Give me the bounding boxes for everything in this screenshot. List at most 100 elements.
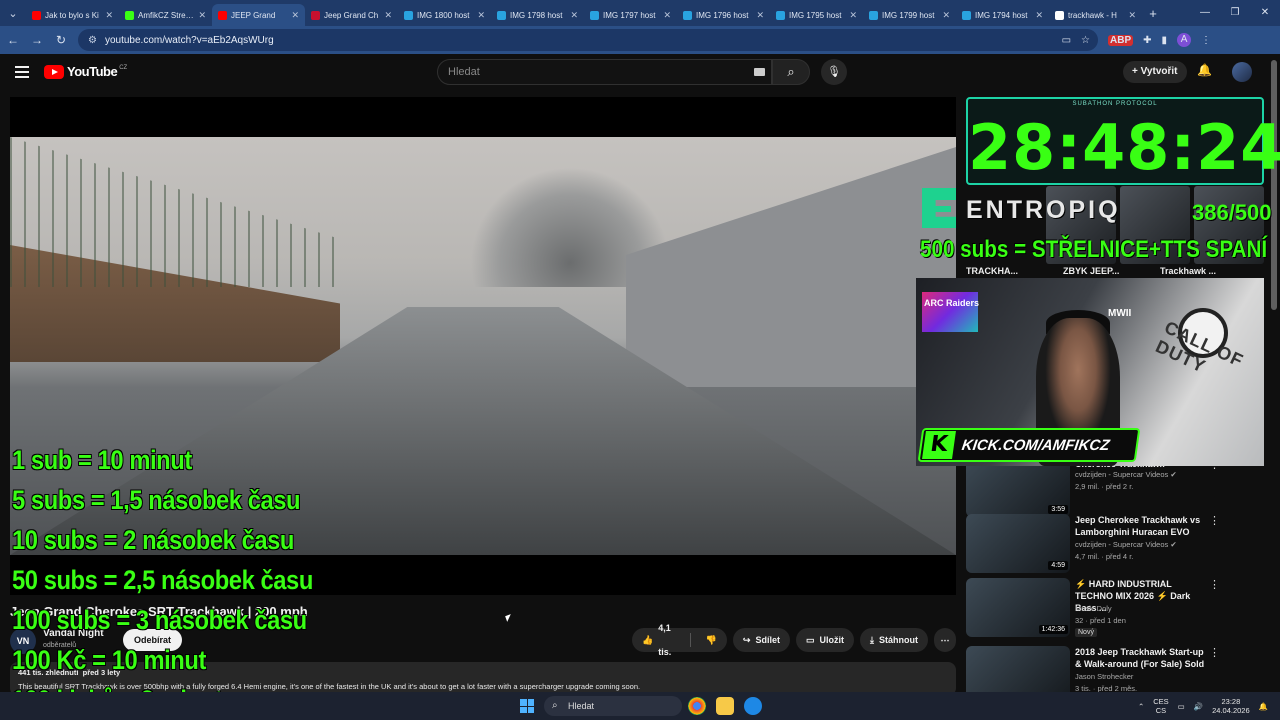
new-tab-button[interactable]: +: [1142, 6, 1164, 21]
video-thumbnail[interactable]: 1:42:36: [966, 578, 1070, 637]
browser-tab[interactable]: trackhawk - H ✕: [1049, 4, 1142, 26]
youtube-play-icon: [44, 64, 64, 79]
recommended-video[interactable]: 1:42:36 ⚡ HARD INDUSTRIAL TECHNO MIX 2026…: [966, 578, 1220, 638]
browser-tab[interactable]: IMG 1795 host ✕: [770, 4, 863, 26]
keyboard-icon[interactable]: [754, 68, 765, 76]
tab-close-icon[interactable]: ✕: [1128, 10, 1136, 21]
menu-hamburger-icon[interactable]: [15, 66, 29, 78]
page-scrollbar[interactable]: [1271, 60, 1277, 310]
kick-url: KICK.COM/AMFIKCZ: [960, 436, 1111, 454]
file-explorer-icon[interactable]: [716, 697, 734, 715]
tab-search-icon[interactable]: ⌄: [0, 0, 26, 26]
new-badge: Nový: [1075, 628, 1097, 637]
voice-search-button[interactable]: 🎙: [821, 59, 847, 85]
tab-close-icon[interactable]: ✕: [105, 10, 113, 21]
more-options-icon[interactable]: ⋮: [1209, 646, 1220, 659]
browser-tab[interactable]: JEEP Grand ✕: [212, 4, 305, 26]
subathon-rule: 5 subs = 1,5 násobek času: [12, 485, 301, 515]
search-input[interactable]: Hledat: [437, 59, 772, 85]
tab-title: IMG 1800 host: [417, 10, 470, 20]
app-icon[interactable]: [744, 697, 762, 715]
kick-banner: K KICK.COM/AMFIKCZ: [917, 428, 1141, 462]
tray-chevron-icon[interactable]: ⌃: [1138, 702, 1144, 711]
search-button[interactable]: ⌕: [772, 59, 810, 85]
tab-close-icon[interactable]: ✕: [570, 10, 578, 21]
cast-icon[interactable]: ▭: [1062, 35, 1071, 46]
thumbs-up-icon: 👍: [642, 635, 654, 645]
network-icon[interactable]: ▭: [1178, 702, 1185, 711]
browser-tab[interactable]: AmfikCZ Stream ✕: [119, 4, 212, 26]
reload-icon[interactable]: ↻: [50, 33, 72, 47]
chrome-icon[interactable]: [688, 697, 706, 715]
subathon-rule: 100 subs = 3 násobek času: [12, 605, 307, 635]
tab-close-icon[interactable]: ✕: [1035, 10, 1043, 21]
browser-tab[interactable]: IMG 1798 host ✕: [491, 4, 584, 26]
recommended-video[interactable]: 3:59Cherokee Trackhawkcvdzijden - Superc…: [966, 458, 1220, 518]
tab-close-icon[interactable]: ✕: [756, 10, 764, 21]
browser-tab[interactable]: Jak to bylo s Ki ✕: [26, 4, 119, 26]
sidebar-icon[interactable]: ▮: [1162, 35, 1168, 46]
notifications-bell-icon[interactable]: 🔔: [1197, 63, 1212, 77]
save-button[interactable]: ▭ Uložit: [795, 628, 854, 652]
forward-icon[interactable]: →: [26, 33, 48, 47]
share-button[interactable]: ↪ Sdílet: [732, 628, 790, 652]
tab-favicon-icon: [125, 10, 134, 20]
site-info-icon[interactable]: ⚙: [88, 35, 97, 46]
search-icon: ⌕: [552, 700, 558, 711]
tab-close-icon[interactable]: ✕: [291, 10, 299, 21]
browser-menu-icon[interactable]: ⋮: [1201, 35, 1211, 46]
recommended-title[interactable]: Jeep Cherokee Trackhawk vs Lamborghini H…: [1075, 514, 1205, 538]
tab-close-icon[interactable]: ✕: [663, 10, 671, 21]
recommended-channel[interactable]: cvdzijden - Supercar Videos ✔: [1075, 540, 1177, 549]
recommended-channel[interactable]: Music Doly: [1075, 604, 1112, 613]
tab-close-icon[interactable]: ✕: [942, 10, 950, 21]
tab-close-icon[interactable]: ✕: [198, 10, 206, 21]
windows-start-icon[interactable]: [520, 699, 534, 713]
video-actions: 👍 4,1 tis. 👎 ↪ Sdílet ▭ Uložit ⤓ Stáhnout ⋯: [632, 623, 956, 657]
recommended-video[interactable]: 4:59 Jeep Cherokee Trackhawk vs Lamborghi…: [966, 514, 1220, 574]
browser-tab[interactable]: IMG 1797 host ✕: [584, 4, 677, 26]
more-actions-button[interactable]: ⋯: [933, 628, 956, 652]
like-separator: [689, 633, 691, 647]
like-button[interactable]: 👍 4,1 tis. 👎: [632, 623, 727, 657]
video-thumbnail[interactable]: 3:59: [966, 458, 1070, 517]
back-icon[interactable]: ←: [2, 33, 24, 47]
timer-protocol-label: SUBATHON PROTOCOL: [1072, 101, 1158, 107]
recommended-channel[interactable]: Jason Strohecker: [1075, 672, 1133, 681]
download-button[interactable]: ⤓ Stáhnout: [859, 628, 928, 652]
youtube-logo[interactable]: YouTube CZ: [44, 64, 127, 79]
language-indicator[interactable]: CES CS: [1153, 697, 1168, 715]
maximize-icon[interactable]: ❐: [1220, 0, 1250, 26]
tab-close-icon[interactable]: ✕: [849, 10, 857, 21]
browser-tab[interactable]: IMG 1800 host ✕: [398, 4, 491, 26]
bookmark-star-icon[interactable]: ☆: [1081, 35, 1090, 46]
browser-tab[interactable]: IMG 1794 host ✕: [956, 4, 1049, 26]
microphone-icon: 🎙: [827, 66, 841, 78]
more-options-icon[interactable]: ⋮: [1209, 578, 1220, 591]
account-avatar[interactable]: [1232, 62, 1252, 82]
share-icon: ↪: [742, 635, 751, 645]
profile-avatar[interactable]: A: [1177, 33, 1192, 47]
browser-tab[interactable]: IMG 1799 host ✕: [863, 4, 956, 26]
taskbar-search[interactable]: ⌕ Hledat: [544, 696, 682, 716]
url-field[interactable]: ⚙ youtube.com/watch?v=aEb2AqsWUrg ▭ ☆: [78, 29, 1098, 51]
browser-tab[interactable]: Jeep Grand Ch ✕: [305, 4, 398, 26]
tab-close-icon[interactable]: ✕: [477, 10, 485, 21]
notifications-icon[interactable]: 🔔: [1259, 702, 1268, 711]
recommended-channel[interactable]: cvdzijden - Supercar Videos ✔: [1075, 470, 1177, 479]
tab-close-icon[interactable]: ✕: [384, 10, 392, 21]
more-options-icon[interactable]: ⋮: [1209, 514, 1220, 527]
close-window-icon[interactable]: ✕: [1250, 0, 1280, 26]
clock[interactable]: 23:28 24.04.2026: [1212, 697, 1250, 715]
tab-favicon-icon: [869, 10, 878, 20]
volume-icon[interactable]: 🔊: [1194, 702, 1203, 711]
adblock-extension-icon[interactable]: ABP: [1108, 34, 1134, 46]
create-button[interactable]: + Vytvořit: [1123, 61, 1187, 83]
recommended-title[interactable]: 2018 Jeep Trackhawk Start-up & Walk-arou…: [1075, 646, 1205, 670]
tab-favicon-icon: [590, 10, 599, 20]
dislike-button[interactable]: 👎: [696, 628, 727, 652]
video-thumbnail[interactable]: 4:59: [966, 514, 1070, 573]
extensions-puzzle-icon[interactable]: ✚: [1143, 35, 1151, 46]
browser-tab[interactable]: IMG 1796 host ✕: [677, 4, 770, 26]
minimize-icon[interactable]: —: [1190, 0, 1220, 26]
